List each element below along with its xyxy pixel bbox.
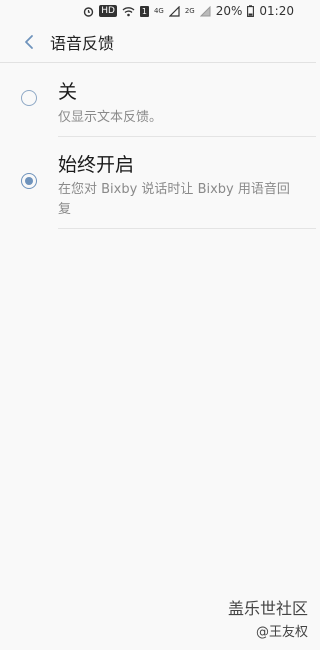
status-bar: HD 1 4G 2G 20% 01:20 [0,0,316,22]
signal-icon-2 [199,5,211,17]
sim-badge: 1 [139,5,149,17]
option-always-on[interactable]: 始终开启 在您对 Bixby 说话时让 Bixby 用语音回复 [0,137,316,229]
watermark-brand: 盖乐世社区 [227,599,308,618]
radio-selected-dot [25,177,33,185]
voice-feedback-options: 关 仅显示文本反馈。 始终开启 在您对 Bixby 说话时让 Bixby 用语音… [0,63,316,229]
radio-always-on[interactable] [21,173,37,189]
network-2g-label: 2G [184,7,195,15]
watermark: 盖乐世社区 @王友权 [228,595,308,640]
network-4g-label: 4G [153,7,164,15]
signal-icon [168,5,180,17]
chevron-left-icon [25,35,33,49]
clock: 01:20 [259,4,294,18]
option-off-subtitle: 仅显示文本反馈。 [58,110,163,125]
wifi-icon [122,6,135,17]
back-button[interactable] [18,31,40,53]
watermark-user: @王友权 [255,625,308,640]
hd-badge: HD [99,5,117,17]
option-always-on-title: 始终开启 [58,154,135,176]
alarm-icon [83,6,94,17]
app-header: 语音反馈 [0,22,316,63]
battery-icon [247,5,255,17]
option-off[interactable]: 关 仅显示文本反馈。 [0,63,316,137]
option-always-on-subtitle: 在您对 Bixby 说话时让 Bixby 用语音回复 [58,182,290,217]
battery-percent: 20% [215,4,243,18]
page-title: 语音反馈 [50,34,115,53]
radio-off[interactable] [21,90,37,106]
option-off-title: 关 [58,81,78,103]
